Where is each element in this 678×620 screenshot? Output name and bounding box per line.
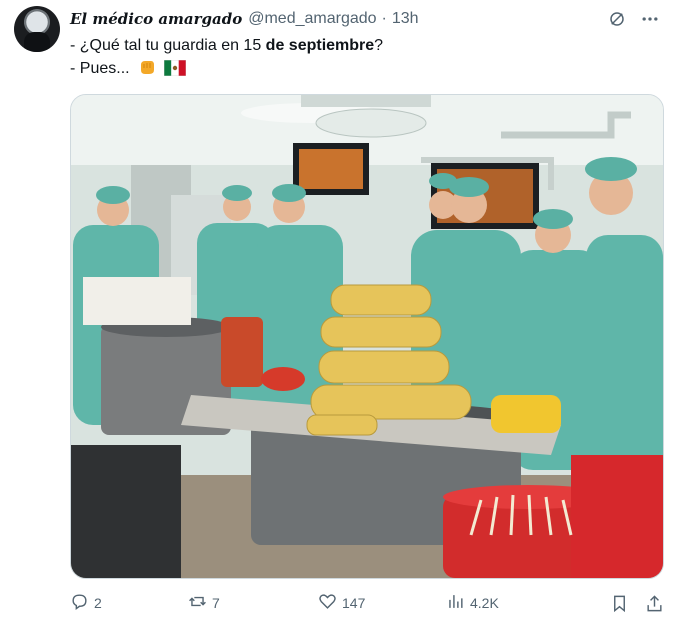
tweet-line-2-text: - Pues... bbox=[70, 60, 130, 77]
more-icon[interactable] bbox=[640, 9, 660, 29]
reply-count: 2 bbox=[94, 595, 102, 611]
avatar[interactable] bbox=[14, 6, 60, 52]
separator-dot: · bbox=[381, 10, 387, 27]
raised-fist-emoji bbox=[138, 59, 156, 83]
tweet-header: El médico amargado @med_amargado · 13h bbox=[70, 8, 660, 30]
like-button[interactable]: 147 bbox=[318, 592, 446, 614]
tweet-line-1-bold: de septiembre bbox=[265, 37, 375, 54]
timestamp[interactable]: 13h bbox=[392, 10, 419, 28]
reply-button[interactable]: 2 bbox=[70, 592, 188, 614]
mexico-flag-emoji bbox=[164, 59, 187, 83]
header-icons bbox=[608, 9, 660, 29]
tweet-line-1-suffix: ? bbox=[374, 37, 384, 54]
share-icon[interactable] bbox=[645, 594, 664, 613]
retweet-icon bbox=[188, 592, 207, 614]
retweet-count: 7 bbox=[212, 595, 220, 611]
views-button[interactable]: 4.2K bbox=[446, 592, 576, 614]
views-icon bbox=[446, 592, 465, 614]
like-icon bbox=[318, 592, 337, 614]
grok-icon[interactable] bbox=[608, 10, 626, 28]
tweet-actions: 2 7 147 4.2K bbox=[70, 590, 670, 616]
bookmark-icon[interactable] bbox=[610, 594, 629, 613]
user-handle[interactable]: @med_amargado bbox=[248, 10, 376, 28]
tweet-photo[interactable] bbox=[70, 94, 664, 579]
tweet-line-2: - Pues... bbox=[70, 57, 630, 83]
tweet-line-1: - ¿Qué tal tu guardia en 15 de septiembr… bbox=[70, 34, 630, 57]
end-actions bbox=[610, 594, 664, 613]
display-name[interactable]: El médico amargado bbox=[70, 10, 242, 28]
views-count: 4.2K bbox=[470, 595, 499, 611]
retweet-button[interactable]: 7 bbox=[188, 592, 318, 614]
reply-icon bbox=[70, 592, 89, 614]
like-count: 147 bbox=[342, 595, 366, 611]
tweet-line-1-text: - ¿Qué tal tu guardia en 15 bbox=[70, 37, 266, 54]
tweet-text: - ¿Qué tal tu guardia en 15 de septiembr… bbox=[70, 34, 630, 83]
